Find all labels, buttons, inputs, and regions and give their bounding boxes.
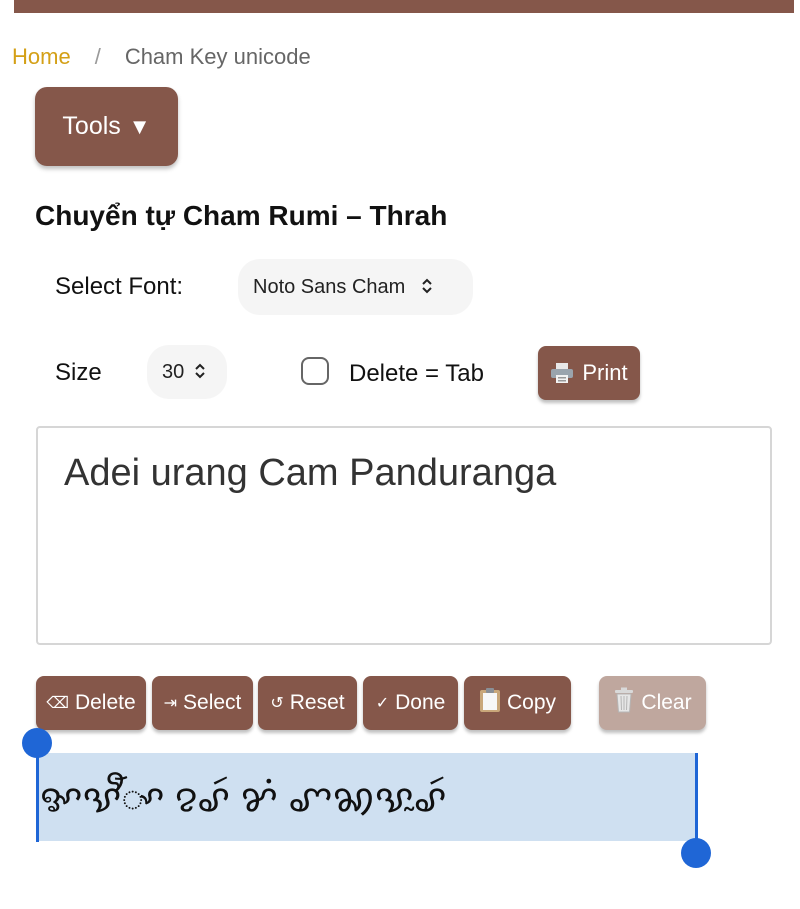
select-button[interactable]: ⇥ Select — [152, 676, 253, 730]
breadcrumb-separator: / — [94, 44, 101, 69]
size-label: Size — [55, 359, 102, 386]
chevron-updown-icon — [194, 362, 206, 383]
copy-button-label: Copy — [506, 691, 557, 714]
tools-label: Tools — [62, 112, 121, 140]
printer-icon — [550, 362, 574, 384]
size-select[interactable]: 30 — [147, 345, 227, 399]
clipboard-icon — [479, 687, 501, 719]
breadcrumb-current: Cham Key unicode — [124, 44, 311, 69]
selection-start-handle[interactable] — [22, 728, 52, 758]
delete-tab-checkbox[interactable] — [301, 357, 329, 385]
breadcrumb-home-link[interactable]: Home — [12, 44, 71, 70]
delete-button[interactable]: ⌫ Delete — [36, 676, 146, 730]
select-button-label: Select — [183, 691, 242, 714]
check-icon: ✓ — [375, 695, 390, 712]
delete-tab-label: Delete = Tab — [349, 360, 484, 387]
clear-button-label: Clear — [641, 691, 692, 714]
backspace-icon: ⌫ — [46, 695, 69, 712]
selection-end-handle[interactable] — [681, 838, 711, 868]
size-select-value: 30 — [162, 360, 185, 383]
font-select-label: Select Font: — [55, 273, 184, 300]
done-button-label: Done — [395, 691, 446, 714]
tools-dropdown-button[interactable]: Tools ▼ — [35, 87, 178, 166]
thrah-output-text[interactable]: ꨀꨕꨬꨳ ꨂꨣꩃ ꨌꩌ ꨚꩆꨕꨭꨣꩃ — [36, 753, 698, 841]
rumi-input-textarea[interactable]: Adei urang Cam Panduranga — [36, 426, 772, 645]
caret-down-icon: ▼ — [128, 113, 151, 139]
chevron-updown-icon — [421, 277, 433, 298]
breadcrumb: Home / Cham Key unicode — [12, 44, 311, 70]
reset-button-label: Reset — [289, 691, 345, 714]
top-bar — [14, 0, 794, 13]
reset-icon: ↺ — [270, 695, 284, 712]
reset-button[interactable]: ↺ Reset — [258, 676, 357, 730]
tab-arrow-icon: ⇥ — [163, 695, 178, 712]
print-button[interactable]: Print — [538, 346, 640, 400]
clear-button[interactable]: Clear — [599, 676, 706, 730]
copy-button[interactable]: Copy — [464, 676, 571, 730]
font-select[interactable]: Noto Sans Cham — [238, 259, 473, 315]
page-title: Chuyển tự Cham Rumi – Thrah — [35, 200, 448, 231]
done-button[interactable]: ✓ Done — [363, 676, 458, 730]
trash-icon — [613, 687, 635, 719]
delete-button-label: Delete — [74, 691, 136, 714]
font-select-value: Noto Sans Cham — [253, 275, 406, 298]
print-label: Print — [582, 360, 628, 385]
